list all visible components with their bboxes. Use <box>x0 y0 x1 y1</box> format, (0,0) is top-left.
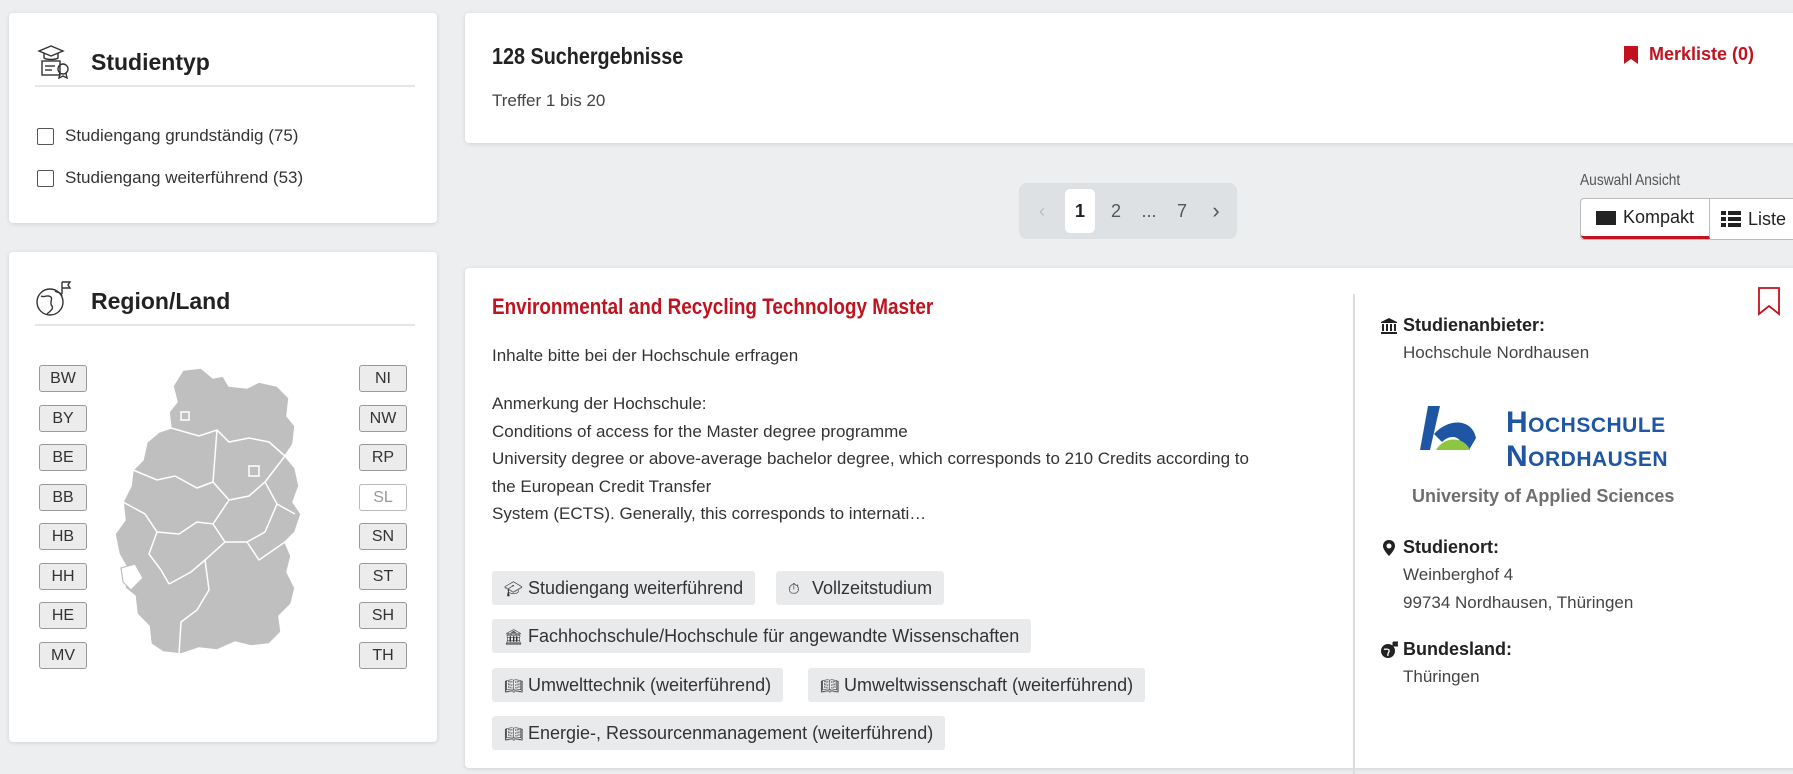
pagination-ellipsis: ... <box>1141 201 1157 221</box>
book-icon: 📖︎ <box>504 678 524 695</box>
bookmark-outline-icon[interactable] <box>1757 286 1781 316</box>
state-button-by[interactable]: BY <box>39 405 87 432</box>
result-note: Anmerkung der Hochschule: Conditions of … <box>492 390 1372 528</box>
tag-label: Energie-, Ressourcenmanagement (weiterfü… <box>528 723 934 743</box>
provider-label: Studienanbieter: <box>1403 315 1546 335</box>
compact-view-icon <box>1595 210 1616 225</box>
note-line: Conditions of access for the Master degr… <box>492 421 908 441</box>
university-logo: Hochschule Nordhausen University of Appl… <box>1410 398 1710 512</box>
location-street: Weinberghof 4 <box>1403 565 1514 584</box>
tag-umwelttechnik[interactable]: 📖︎ Umwelttechnik (weiterführend) <box>492 668 784 702</box>
region-filter-card: Region/Land BW BY BE BB HB HH HE MV NI N… <box>9 252 437 742</box>
state-button-hh[interactable]: HH <box>39 563 87 590</box>
pagination-page-2[interactable]: 2 <box>1101 183 1131 239</box>
logo-line2: Nordhausen <box>1506 440 1669 473</box>
state-button-st[interactable]: ST <box>359 563 407 590</box>
pagination-prev-icon[interactable]: ‹ <box>1027 183 1057 239</box>
globe-icon <box>1381 641 1398 658</box>
state-button-sn[interactable]: SN <box>359 523 407 550</box>
checkbox-weiterfuehrend[interactable]: Studiengang weiterführend (53) <box>37 168 303 188</box>
results-range: Treffer 1 bis 20 <box>492 91 606 110</box>
state-button-nw[interactable]: NW <box>359 405 407 432</box>
note-line: University degree or above-average bache… <box>492 449 1249 468</box>
tag-label: Fachhochschule/Hochschule für angewandte… <box>528 626 1020 646</box>
studientyp-header: Studientyp <box>35 37 415 87</box>
state-button-th[interactable]: TH <box>359 642 407 669</box>
region-title: Region/Land <box>91 288 231 314</box>
view-list-label: Liste <box>1748 208 1787 229</box>
results-count: 128 Suchergebnisse <box>492 43 684 69</box>
state-button-sl[interactable]: SL <box>359 484 407 511</box>
view-label: Auswahl Ansicht <box>1580 172 1681 189</box>
state-button-sh[interactable]: SH <box>359 602 407 629</box>
tag-studiengang-weiterfuehrend[interactable]: 🎓︎ Studiengang weiterführend <box>492 571 756 605</box>
note-line: System (ECTS). Generally, this correspon… <box>492 504 927 523</box>
view-compact-label: Kompakt <box>1622 207 1695 227</box>
result-subtitle: Inhalte bitte bei der Hochschule erfrage… <box>492 346 799 365</box>
logo-tagline: University of Applied Sciences <box>1412 486 1675 506</box>
book-icon: 📖︎ <box>504 726 524 743</box>
tag-fachhochschule[interactable]: 🏛︎ Fachhochschule/Hochschule für angewand… <box>492 619 1032 653</box>
tag-label: Umwelttechnik (weiterführend) <box>528 675 772 695</box>
result-divider <box>1353 294 1355 774</box>
state-button-rp[interactable]: RP <box>359 444 407 471</box>
studientyp-title: Studientyp <box>91 49 210 75</box>
germany-map[interactable] <box>109 364 345 664</box>
degree-certificate-icon <box>37 45 69 79</box>
pagination: ‹ 1 2 ... 7 › <box>1019 183 1237 239</box>
checkbox[interactable] <box>37 127 54 145</box>
list-view-icon <box>1721 211 1741 227</box>
note-label: Anmerkung der Hochschule: <box>492 394 707 413</box>
location-city: 99734 Nordhausen, Thüringen <box>1403 593 1634 612</box>
checkbox-grundstaendig[interactable]: Studiengang grundständig (75) <box>37 126 298 146</box>
logo-line1: Hochschule <box>1506 406 1666 439</box>
view-toggle: Kompakt Liste <box>1580 198 1793 240</box>
pagination-page-7[interactable]: 7 <box>1167 183 1197 239</box>
merkliste-link[interactable]: Merkliste (0) <box>1623 44 1754 65</box>
tag-label: Vollzeitstudium <box>812 578 933 598</box>
graduation-cap-icon: 🎓︎ <box>504 581 524 598</box>
state-label: Bundesland: <box>1403 639 1513 659</box>
map-pin-icon <box>1383 540 1395 556</box>
state-value: Thüringen <box>1403 667 1480 686</box>
view-list-button[interactable]: Liste <box>1721 199 1786 239</box>
map-germany-outline[interactable] <box>114 367 302 655</box>
tag-umweltwissenschaft[interactable]: 📖︎ Umweltwissenschaft (weiterführend) <box>808 668 1146 702</box>
state-button-hb[interactable]: HB <box>39 523 87 550</box>
tag-label: Umweltwissenschaft (weiterführend) <box>844 675 1134 695</box>
region-header: Region/Land <box>35 276 415 326</box>
checkbox-label: Studiengang weiterführend (53) <box>65 168 304 187</box>
globe-flag-icon <box>36 281 72 316</box>
view-compact-button[interactable]: Kompakt <box>1581 199 1710 239</box>
merkliste-label: Merkliste (0) <box>1649 44 1755 64</box>
state-button-be[interactable]: BE <box>39 444 87 471</box>
pagination-page-1[interactable]: 1 <box>1065 189 1095 233</box>
stopwatch-icon: ⏱︎ <box>788 581 800 598</box>
state-button-mv[interactable]: MV <box>39 642 87 669</box>
tag-vollzeitstudium[interactable]: ⏱︎ Vollzeitstudium <box>776 571 945 605</box>
result-card: Environmental and Recycling Technology M… <box>465 268 1793 774</box>
studientyp-filter-card: Studientyp Studiengang grundständig (75)… <box>9 13 437 223</box>
state-button-he[interactable]: HE <box>39 602 87 629</box>
location-label: Studienort: <box>1403 537 1499 557</box>
book-icon: 📖︎ <box>820 678 840 695</box>
note-line: the European Credit Transfer <box>492 476 712 496</box>
result-title[interactable]: Environmental and Recycling Technology M… <box>492 294 1005 320</box>
pagination-next-icon[interactable]: › <box>1201 183 1231 239</box>
checkbox[interactable] <box>37 169 54 187</box>
state-button-bb[interactable]: BB <box>39 484 87 511</box>
state-button-ni[interactable]: NI <box>359 365 407 392</box>
tag-label: Studiengang weiterführend <box>528 578 744 598</box>
provider-name: Hochschule Nordhausen <box>1403 343 1590 362</box>
state-button-bw[interactable]: BW <box>39 365 87 392</box>
institution-icon <box>1381 318 1397 334</box>
bookmark-icon <box>1624 45 1638 64</box>
checkbox-label: Studiengang grundständig (75) <box>65 126 299 145</box>
tag-energie-ressourcenmanagement[interactable]: 📖︎ Energie-, Ressourcenmanagement (weiter… <box>492 716 946 750</box>
results-header-card: 128 Suchergebnisse Treffer 1 bis 20 Merk… <box>465 13 1793 143</box>
institution-icon: 🏛︎ <box>504 629 524 646</box>
hochschule-logo-mark <box>1420 406 1476 450</box>
